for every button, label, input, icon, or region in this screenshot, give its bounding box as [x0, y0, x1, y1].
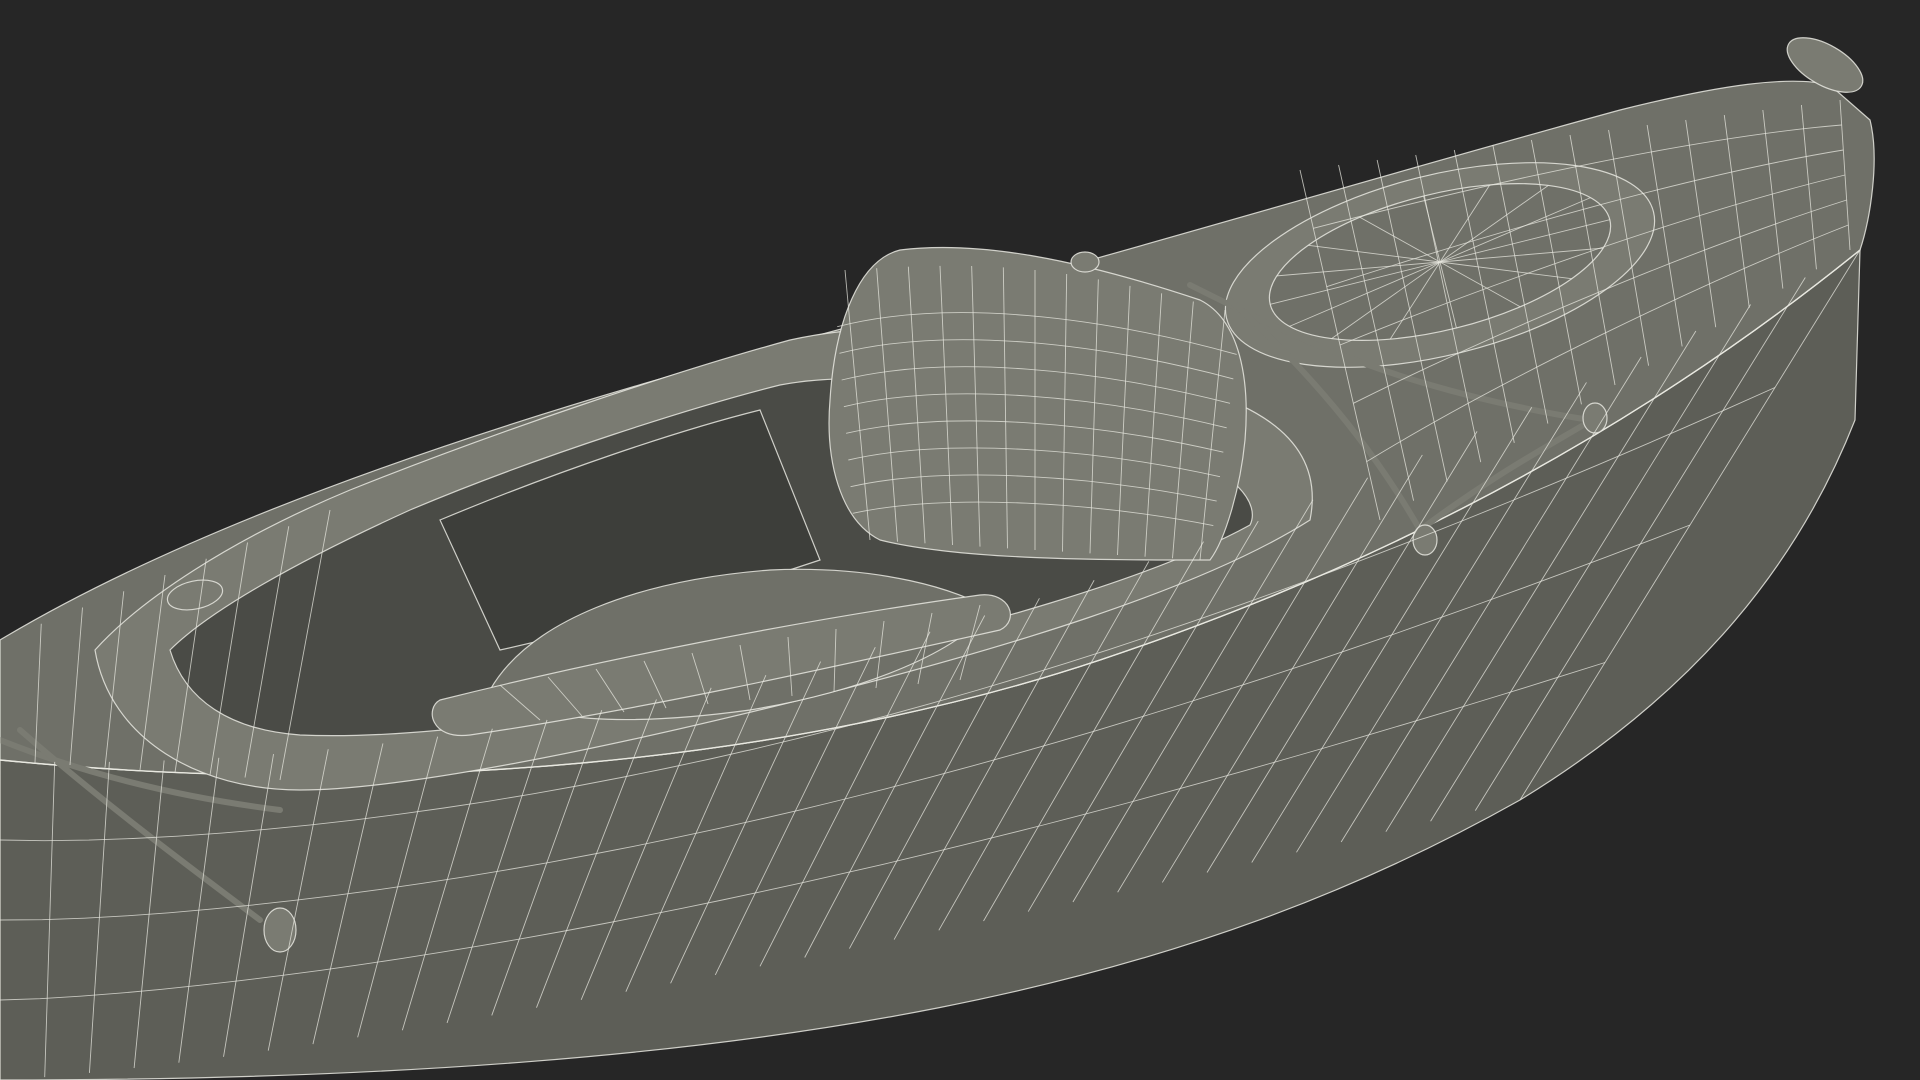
deck-fitting — [263, 907, 297, 953]
seat-backrest — [828, 246, 1247, 561]
wireframe-kayak-render — [0, 0, 1920, 1080]
deck-fitting — [1070, 251, 1100, 273]
render-viewport — [0, 0, 1920, 1080]
